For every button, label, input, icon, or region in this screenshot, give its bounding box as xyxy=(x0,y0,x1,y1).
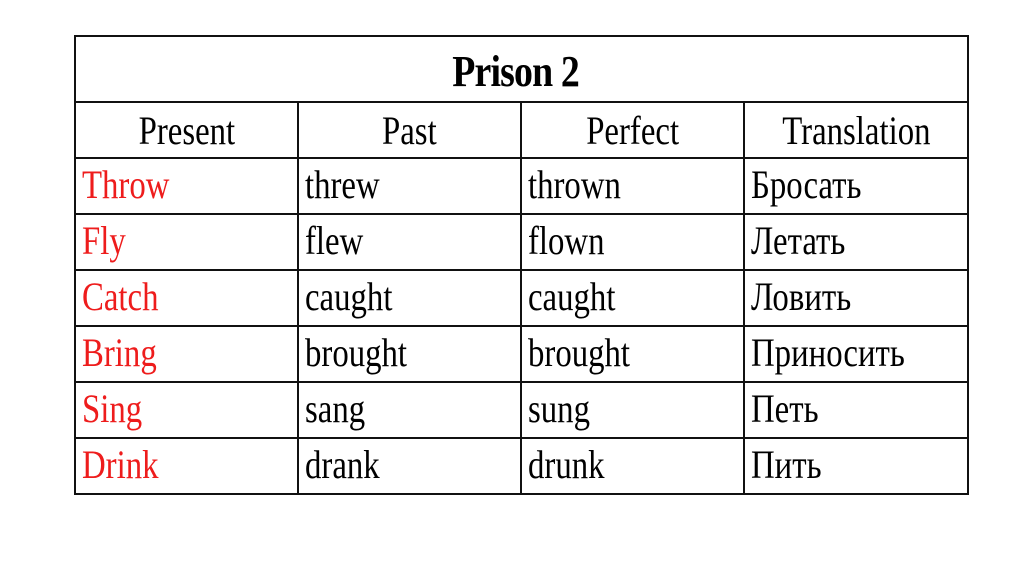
verb-table-container: Prison 2 Present Past Perfect Translatio… xyxy=(73,35,970,495)
cell-translation: Бросать xyxy=(742,157,970,215)
header-row: Present Past Perfect Translation xyxy=(74,101,970,159)
cell-past: drank xyxy=(297,437,522,495)
cell-perfect: flown xyxy=(520,213,745,271)
table-row: Catch caught caught Ловить xyxy=(74,269,970,327)
cell-past: sang xyxy=(297,381,522,439)
header-present: Present xyxy=(74,101,299,159)
table-row: Bring brought brought Приносить xyxy=(74,325,970,383)
header-perfect: Perfect xyxy=(520,101,745,159)
cell-past: caught xyxy=(297,269,522,327)
cell-translation: Пить xyxy=(742,437,970,495)
cell-translation: Летать xyxy=(742,213,970,271)
cell-present: Fly xyxy=(74,213,299,271)
table-title: Prison 2 xyxy=(73,35,970,103)
cell-present: Throw xyxy=(74,157,299,215)
header-past: Past xyxy=(297,101,522,159)
header-translation: Translation xyxy=(742,101,970,159)
table-row: Sing sang sung Петь xyxy=(74,381,970,439)
irregular-verbs-table: Prison 2 Present Past Perfect Translatio… xyxy=(73,35,970,495)
cell-present: Catch xyxy=(74,269,299,327)
cell-past: flew xyxy=(297,213,522,271)
cell-present: Drink xyxy=(74,437,299,495)
cell-translation: Ловить xyxy=(742,269,970,327)
cell-present: Bring xyxy=(74,325,299,383)
table-row: Throw threw thrown Бросать xyxy=(74,157,970,215)
cell-perfect: thrown xyxy=(520,157,745,215)
table-row: Drink drank drunk Пить xyxy=(74,437,970,495)
cell-past: threw xyxy=(297,157,522,215)
cell-perfect: caught xyxy=(520,269,745,327)
cell-perfect: brought xyxy=(520,325,745,383)
title-row: Prison 2 xyxy=(73,35,970,103)
cell-past: brought xyxy=(297,325,522,383)
table-row: Fly flew flown Летать xyxy=(74,213,970,271)
cell-translation: Приносить xyxy=(742,325,970,383)
cell-translation: Петь xyxy=(742,381,970,439)
cell-perfect: sung xyxy=(520,381,745,439)
cell-present: Sing xyxy=(74,381,299,439)
cell-perfect: drunk xyxy=(520,437,745,495)
